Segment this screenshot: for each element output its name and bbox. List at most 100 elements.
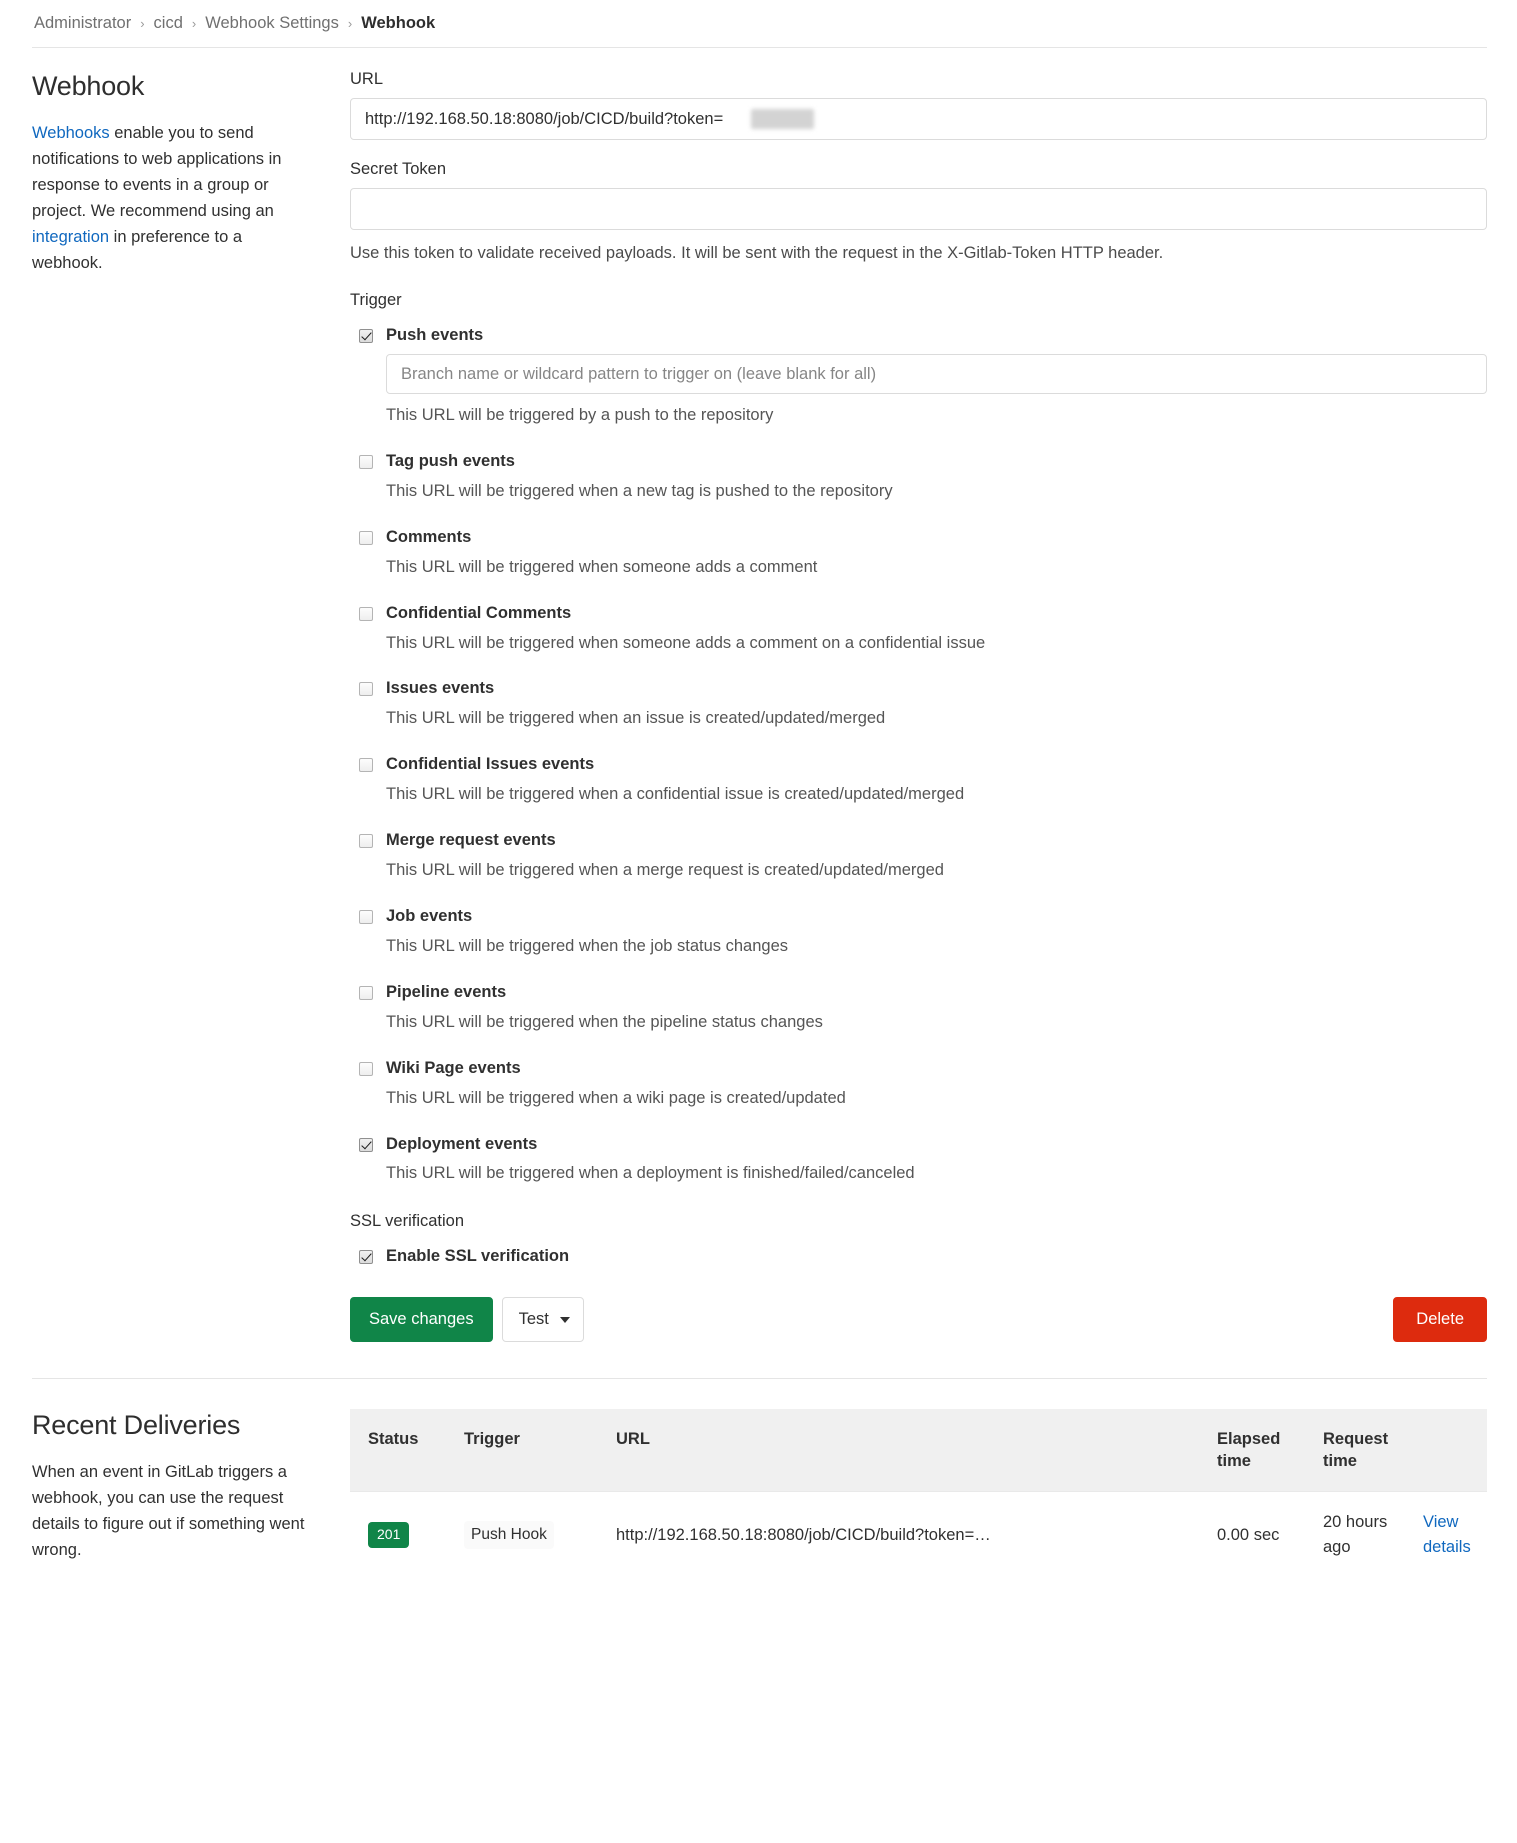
breadcrumb-separator-icon: › — [191, 16, 197, 31]
breadcrumb-item-administrator[interactable]: Administrator — [34, 14, 131, 33]
cell-actions: View details — [1409, 1491, 1487, 1578]
trigger-detail: This URL will be triggered when a new ta… — [386, 480, 1487, 504]
secret-token-help-text: Use this token to validate received payl… — [350, 244, 1164, 262]
test-dropdown-button[interactable]: Test — [501, 1297, 584, 1342]
trigger-detail: This URL will be triggered when someone … — [386, 632, 1487, 656]
trigger-description: This URL will be triggered when a merge … — [386, 861, 944, 880]
webhook-description-column: Webhook Webhooks enable you to send noti… — [32, 70, 350, 1342]
trigger-description: This URL will be triggered when an issue… — [386, 709, 886, 728]
trigger-description: This URL will be triggered when the job … — [386, 936, 789, 955]
webhook-form-column: URL Secret Token Use this token to valid… — [350, 70, 1487, 1342]
trigger-label[interactable]: Merge request events — [386, 829, 556, 853]
webhooks-doc-link[interactable]: Webhooks — [32, 124, 110, 142]
breadcrumb-item-webhook-settings[interactable]: Webhook Settings — [205, 14, 339, 33]
column-header-trigger: Trigger — [450, 1408, 602, 1492]
trigger-checkbox[interactable] — [359, 1061, 373, 1076]
integration-doc-link[interactable]: integration — [32, 228, 109, 246]
trigger-description: This URL will be triggered when someone … — [386, 557, 818, 576]
trigger-description: This URL will be triggered by a push to … — [386, 406, 774, 425]
trigger-row: Job events — [350, 905, 1487, 929]
recent-deliveries-table: Status Trigger URL Elapsed time Request … — [350, 1408, 1487, 1578]
trigger-checkbox[interactable] — [359, 834, 373, 849]
trigger-detail: This URL will be triggered when a merge … — [386, 859, 1487, 883]
table-head: Status Trigger URL Elapsed time Request … — [350, 1408, 1487, 1492]
trigger-description: This URL will be triggered when a deploy… — [386, 1164, 915, 1183]
status-badge: 201 — [368, 1522, 410, 1548]
column-header-elapsed-time: Elapsed time — [1203, 1408, 1309, 1492]
branch-filter-input[interactable] — [386, 354, 1487, 395]
trigger-checkbox[interactable] — [359, 530, 373, 545]
trigger-detail: This URL will be triggered when the job … — [386, 935, 1487, 959]
secret-token-input[interactable] — [350, 188, 1487, 230]
view-details-link[interactable]: View details — [1423, 1513, 1471, 1556]
webhook-settings-page: Administrator › cicd › Webhook Settings … — [0, 0, 1517, 1843]
webhook-description: Webhooks enable you to send notification… — [32, 120, 310, 276]
ssl-verification-checkbox[interactable] — [359, 1250, 373, 1265]
breadcrumb-item-cicd[interactable]: cicd — [154, 14, 183, 33]
column-header-status: Status — [350, 1408, 450, 1492]
trigger-checkbox[interactable] — [359, 1137, 373, 1152]
cell-url: http://192.168.50.18:8080/job/CICD/build… — [602, 1491, 1203, 1578]
breadcrumb-item-webhook: Webhook — [361, 14, 436, 32]
trigger-checkbox-list: Push events This URL will be triggered by… — [350, 324, 1487, 1186]
trigger-row: Pipeline events — [350, 981, 1487, 1005]
trigger-label[interactable]: Push events — [386, 324, 483, 348]
trigger-checkbox[interactable] — [359, 606, 373, 621]
trigger-detail: This URL will be triggered when the pipe… — [386, 1011, 1487, 1035]
column-header-actions — [1409, 1408, 1487, 1492]
trigger-checkbox[interactable] — [359, 454, 373, 469]
trigger-checkbox[interactable] — [359, 985, 373, 1000]
url-label: URL — [350, 70, 384, 88]
trigger-label[interactable]: Issues events — [386, 677, 494, 701]
trigger-label[interactable]: Wiki Page events — [386, 1057, 521, 1081]
cell-request-time: 20 hours ago — [1309, 1491, 1409, 1578]
breadcrumb-separator-icon: › — [140, 16, 145, 31]
trigger-heading: Trigger — [350, 291, 402, 310]
table-row: 201 Push Hook http://192.168.50.18:8080/jo… — [350, 1491, 1487, 1578]
trigger-detail: This URL will be triggered when someone … — [386, 556, 1487, 580]
page-title: Webhook — [32, 71, 145, 101]
webhook-settings-section: Webhook Webhooks enable you to send noti… — [0, 48, 1517, 1342]
trigger-description: This URL will be triggered when the pipe… — [386, 1012, 823, 1031]
trigger-label[interactable]: Confidential Issues events — [386, 753, 594, 777]
trigger-item: Pipeline events This URL will be triggere… — [350, 981, 1487, 1035]
delete-button[interactable]: Delete — [1393, 1297, 1487, 1342]
trigger-item: Issues events This URL will be triggered … — [350, 677, 1487, 731]
ssl-verification-row: Enable SSL verification — [350, 1245, 1487, 1269]
trigger-detail: This URL will be triggered when a confid… — [386, 783, 1487, 807]
trigger-label[interactable]: Pipeline events — [386, 981, 506, 1005]
trigger-item: Deployment events This URL will be trigge… — [350, 1133, 1487, 1187]
trigger-checkbox[interactable] — [359, 910, 373, 924]
table-header-row: Status Trigger URL Elapsed time Request … — [350, 1408, 1487, 1492]
trigger-description: This URL will be triggered when a confid… — [386, 785, 965, 804]
ssl-verification-heading: SSL verification — [350, 1212, 465, 1231]
trigger-item: Confidential Comments This URL will be tr… — [350, 602, 1487, 656]
test-button-label: Test — [518, 1310, 549, 1329]
trigger-checkbox[interactable] — [359, 329, 373, 344]
save-changes-button[interactable]: Save changes — [350, 1297, 493, 1342]
recent-deliveries-table-wrap: Status Trigger URL Elapsed time Request … — [350, 1408, 1487, 1578]
trigger-label[interactable]: Comments — [386, 526, 471, 550]
trigger-item: Confidential Issues events This URL will … — [350, 753, 1487, 807]
trigger-checkbox[interactable] — [359, 758, 373, 773]
trigger-label[interactable]: Confidential Comments — [386, 602, 571, 626]
trigger-description: This URL will be triggered when a new ta… — [386, 481, 893, 500]
trigger-description: This URL will be triggered when someone … — [386, 633, 986, 652]
trigger-row: Deployment events — [350, 1133, 1487, 1157]
trigger-detail: This URL will be triggered when an issue… — [386, 707, 1487, 731]
trigger-row: Confidential Issues events — [350, 753, 1487, 777]
trigger-item: Wiki Page events This URL will be trigger… — [350, 1057, 1487, 1111]
trigger-label[interactable]: Deployment events — [386, 1133, 537, 1157]
ssl-verification-label[interactable]: Enable SSL verification — [386, 1245, 569, 1269]
trigger-item: Job events This URL will be triggered whe… — [350, 905, 1487, 959]
url-input[interactable] — [350, 98, 1487, 140]
trigger-label[interactable]: Job events — [386, 905, 472, 929]
trigger-label[interactable]: Tag push events — [386, 450, 515, 474]
cell-elapsed-time: 0.00 sec — [1203, 1491, 1309, 1578]
trigger-checkbox[interactable] — [359, 682, 373, 697]
trigger-pill: Push Hook — [464, 1521, 554, 1549]
trigger-row: Wiki Page events — [350, 1057, 1487, 1081]
recent-deliveries-description-column: Recent Deliveries When an event in GitLa… — [32, 1409, 350, 1578]
breadcrumb-separator-icon: › — [347, 16, 353, 31]
chevron-down-icon — [559, 1316, 570, 1323]
